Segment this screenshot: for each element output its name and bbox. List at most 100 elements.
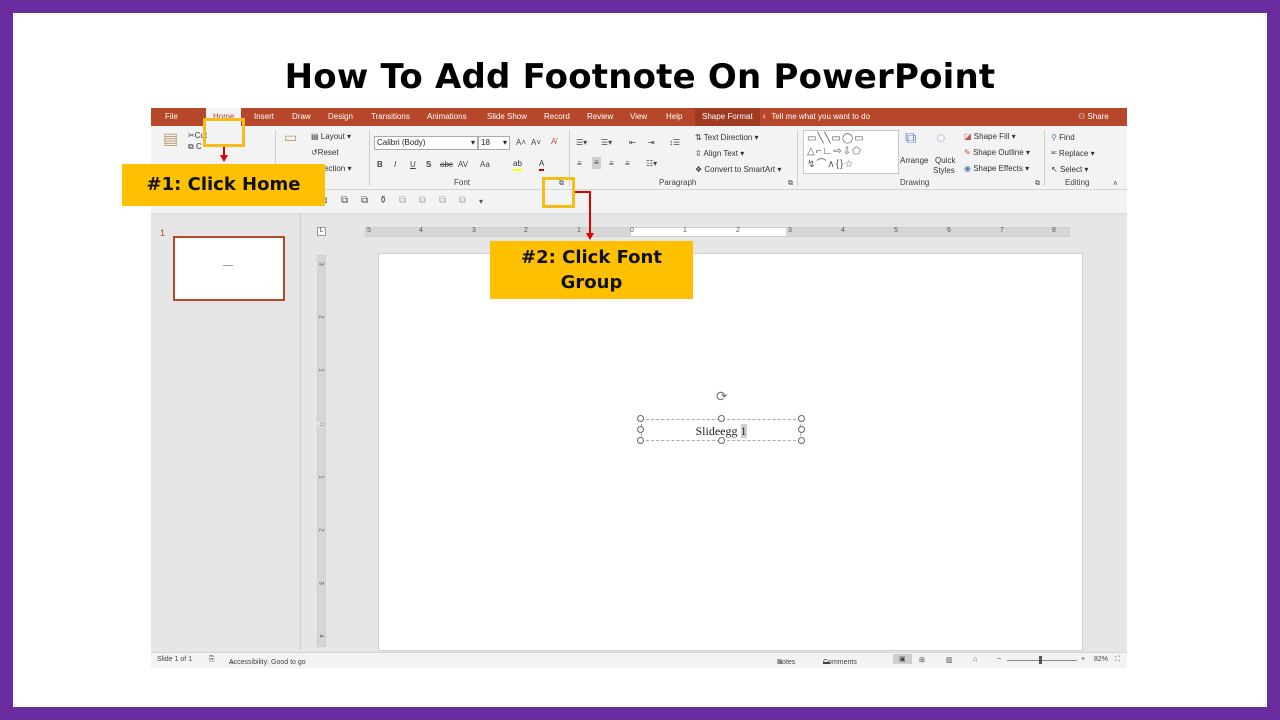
decrease-indent-icon[interactable]: ⇤	[629, 138, 636, 148]
bullets-icon[interactable]: ☰▾	[576, 138, 587, 148]
resize-handle[interactable]	[637, 437, 644, 444]
tab-draw[interactable]: Draw	[292, 108, 311, 126]
grow-font-icon[interactable]: A˄	[516, 138, 526, 148]
tab-transitions[interactable]: Transitions	[371, 108, 410, 126]
ruler-tab-selector[interactable]: L	[317, 227, 326, 236]
zoom-slider[interactable]	[1007, 660, 1077, 661]
ruler-number: 2	[524, 227, 528, 234]
numbering-icon[interactable]: ☰▾	[601, 138, 612, 148]
share-button[interactable]: ⚇ Share	[1078, 108, 1109, 126]
fit-to-window-icon[interactable]: ⛶	[1115, 656, 1120, 664]
new-slide-icon[interactable]: ▭	[284, 130, 297, 144]
italic-button[interactable]: I	[394, 160, 396, 170]
align-text-button[interactable]: ⇳ Align Text ▾	[695, 149, 744, 159]
resize-handle[interactable]	[718, 437, 725, 444]
tab-view[interactable]: View	[630, 108, 647, 126]
line-spacing-icon[interactable]: ↕☰	[669, 138, 680, 148]
convert-smartart-button[interactable]: ❖ Convert to SmartArt ▾	[695, 165, 781, 175]
slide-canvas[interactable]: ⟳ Slideegg 1	[378, 253, 1083, 651]
resize-handle[interactable]	[718, 415, 725, 422]
tab-slide-show[interactable]: Slide Show	[487, 108, 527, 126]
shape-effects-button[interactable]: ◉ Shape Effects ▾	[964, 164, 1029, 174]
slideshow-icon[interactable]: ⌂	[973, 656, 977, 663]
resize-handle[interactable]	[637, 426, 644, 433]
character-spacing-button[interactable]: AV	[458, 160, 468, 170]
copy-icon: ⧉	[188, 142, 194, 151]
shape-outline-button[interactable]: ✎ Shape Outline ▾	[964, 148, 1030, 158]
zoom-in-button[interactable]: +	[1081, 656, 1085, 663]
align-left-icon[interactable]: ≡	[577, 159, 582, 169]
shrink-font-icon[interactable]: A˅	[531, 138, 541, 148]
customize-toolbar-icon[interactable]: ▾	[479, 197, 483, 206]
align-center-icon[interactable]: ≡	[592, 157, 601, 169]
text-direction-button[interactable]: ⇅ Text Direction ▾	[695, 133, 759, 143]
vertical-ruler[interactable]: 3 2 1 0 1 2 3 4	[317, 255, 326, 647]
slide-counter: Slide 1 of 1	[157, 656, 193, 663]
underline-button[interactable]: U	[410, 160, 416, 170]
quick-styles-button[interactable]: Quick	[935, 156, 955, 166]
increase-indent-icon[interactable]: ⇥	[648, 138, 655, 148]
resize-handle[interactable]	[798, 426, 805, 433]
shape-fill-button[interactable]: ◪ Shape Fill ▾	[964, 132, 1016, 142]
crop-icon[interactable]: ⧉	[459, 195, 466, 206]
duplicate-icon[interactable]: ⧉	[439, 195, 446, 206]
shadow-button[interactable]: S	[426, 160, 431, 170]
highlight-color-icon[interactable]: ab	[513, 159, 522, 171]
spellcheck-icon[interactable]: ⎘	[209, 656, 215, 664]
paste-icon[interactable]: ⧉	[419, 195, 426, 206]
reset-button[interactable]: ↺Reset	[311, 148, 339, 158]
font-color-icon[interactable]: A	[539, 159, 545, 171]
zoom-level[interactable]: 82%	[1094, 656, 1108, 663]
tab-review[interactable]: Review	[587, 108, 613, 126]
font-name-select[interactable]: Calibri (Body) ▾	[374, 136, 478, 150]
tab-record[interactable]: Record	[544, 108, 570, 126]
ruler-number: 1	[577, 227, 581, 234]
find-button[interactable]: ⚲ Find	[1051, 133, 1075, 143]
resize-handle[interactable]	[637, 415, 644, 422]
bring-forward-icon[interactable]: ⧉	[341, 195, 348, 206]
drawing-dialog-launcher-icon[interactable]: ⧉	[1035, 179, 1040, 189]
columns-icon[interactable]: ☷▾	[646, 159, 657, 169]
step-2-callout: #2: Click Font Group	[490, 241, 693, 299]
tab-help[interactable]: Help	[666, 108, 682, 126]
strikethrough-button[interactable]: abc	[440, 160, 453, 170]
bold-button[interactable]: B	[377, 160, 383, 170]
paste-icon[interactable]: ▤	[163, 132, 178, 148]
align-right-icon[interactable]: ≡	[609, 159, 614, 169]
justify-icon[interactable]: ≡	[625, 159, 630, 169]
shapes-gallery[interactable]: ▭╲╲▭◯▭ △⌐∟⇨⇩⬠ ↯⌒∧{}☆	[803, 130, 899, 174]
resize-handle[interactable]	[798, 437, 805, 444]
horizontal-ruler[interactable]: 5 4 3 2 1 0 1 2 3 4 5 6 7 8	[365, 227, 1070, 237]
arrange-button[interactable]: Arrange	[900, 156, 928, 166]
layout-button[interactable]: ▤ Layout ▾	[311, 132, 351, 142]
tab-animations[interactable]: Animations	[427, 108, 467, 126]
copy-icon[interactable]: ⧉	[399, 195, 406, 206]
resize-handle[interactable]	[798, 415, 805, 422]
select-button[interactable]: ↖ Select ▾	[1051, 165, 1088, 175]
quick-styles-icon[interactable]: ◌	[936, 131, 946, 147]
font-size-select[interactable]: 18 ▾	[478, 136, 510, 150]
tab-file[interactable]: File	[165, 108, 178, 126]
normal-view-icon[interactable]: ▣	[893, 654, 912, 664]
change-case-button[interactable]: Aa	[480, 160, 490, 170]
copy-button[interactable]: ⧉ C	[188, 142, 202, 152]
zoom-slider-thumb[interactable]	[1039, 656, 1042, 664]
zoom-out-button[interactable]: −	[997, 656, 1001, 663]
shape-icon[interactable]: ⚱	[379, 195, 387, 206]
tab-design[interactable]: Design	[328, 108, 353, 126]
clear-format-icon[interactable]: A̸	[551, 137, 556, 147]
arrange-icon[interactable]: ⧉	[905, 131, 916, 147]
send-backward-icon[interactable]: ⧉	[361, 195, 368, 206]
reading-view-icon[interactable]: ▥	[946, 656, 953, 664]
paragraph-dialog-launcher-icon[interactable]: ⧉	[788, 179, 793, 189]
rotate-handle-icon[interactable]: ⟳	[716, 389, 728, 403]
tell-me-search[interactable]: ♀ Tell me what you want to do	[761, 108, 870, 126]
slide-thumbnail[interactable]	[173, 236, 285, 301]
arrow-head	[220, 155, 228, 162]
collapse-ribbon-icon[interactable]: ˄	[1113, 179, 1118, 189]
slide-sorter-icon[interactable]: ⊞	[919, 656, 925, 664]
lightbulb-icon: ♀	[761, 112, 767, 121]
replace-button[interactable]: ᵃᶜ Replace ▾	[1051, 149, 1095, 159]
tab-insert[interactable]: Insert	[254, 108, 274, 126]
tab-shape-format[interactable]: Shape Format	[695, 108, 760, 126]
